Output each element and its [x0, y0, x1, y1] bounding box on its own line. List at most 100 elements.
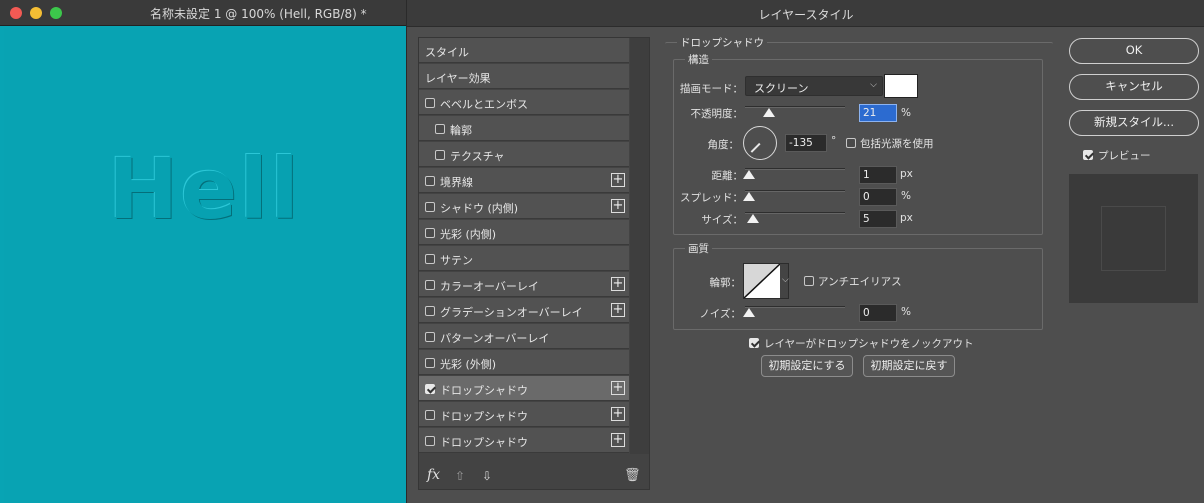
spread-unit: %	[901, 190, 911, 202]
reset-default-button[interactable]: 初期設定に戻す	[863, 355, 955, 377]
effect-label: ドロップシャドウ	[440, 410, 528, 423]
global-light-label: 包括光源を使用	[860, 138, 934, 150]
canvas-text-layer: Hell	[108, 140, 301, 238]
effects-list-item[interactable]: スタイル	[419, 38, 629, 63]
effects-list-item[interactable]: シャドウ (内側) +	[419, 194, 629, 219]
noise-slider-track[interactable]	[745, 306, 845, 308]
opacity-input[interactable]: 21	[859, 104, 897, 122]
spread-slider-track[interactable]	[745, 190, 845, 192]
distance-slider-track[interactable]	[745, 168, 845, 170]
blend-mode-value: スクリーン	[754, 82, 809, 95]
size-slider-knob[interactable]	[747, 214, 759, 223]
distance-slider-knob[interactable]	[743, 170, 755, 179]
effect-checkbox[interactable]	[425, 332, 435, 342]
effect-checkbox[interactable]	[425, 280, 435, 290]
effect-checkbox[interactable]	[425, 228, 435, 238]
antialias-label: アンチエイリアス	[818, 276, 902, 288]
effect-checkbox[interactable]	[435, 124, 445, 134]
move-down-icon[interactable]: ⇩	[482, 469, 492, 483]
angle-dial[interactable]	[743, 126, 777, 160]
effects-list-item[interactable]: 光彩 (外側)	[419, 350, 629, 375]
document-canvas[interactable]: Hell	[4, 28, 410, 503]
effects-list-item[interactable]: グラデーションオーバーレイ +	[419, 298, 629, 323]
add-effect-icon[interactable]: +	[611, 199, 625, 213]
distance-input[interactable]: 1	[859, 166, 897, 184]
effects-list-item[interactable]: 輪郭	[419, 116, 629, 141]
ok-button[interactable]: OK	[1069, 38, 1199, 64]
move-up-icon[interactable]: ⇧	[455, 469, 465, 483]
effects-list-scrollbar[interactable]	[630, 38, 649, 454]
knockout-checkbox[interactable]	[749, 338, 759, 348]
effects-list-item[interactable]: レイヤー効果	[419, 64, 629, 89]
effects-list-item[interactable]: ベベルとエンボス	[419, 90, 629, 115]
dialog-titlebar: レイヤースタイル	[407, 0, 1204, 27]
noise-input[interactable]: 0	[859, 304, 897, 322]
effects-list-item[interactable]: ドロップシャドウ +	[419, 402, 629, 427]
blend-mode-select[interactable]: スクリーン ⌵	[745, 76, 883, 96]
cancel-button[interactable]: キャンセル	[1069, 74, 1199, 100]
opacity-slider-knob[interactable]	[763, 108, 775, 117]
fx-menu-icon[interactable]: fx	[427, 467, 440, 483]
effect-checkbox[interactable]	[425, 254, 435, 264]
size-slider-track[interactable]	[745, 212, 845, 214]
effect-checkbox[interactable]	[435, 150, 445, 160]
effect-label: カラーオーバーレイ	[440, 280, 539, 293]
blend-mode-label: 描画モード：	[680, 83, 743, 95]
effect-checkbox[interactable]	[425, 358, 435, 368]
angle-input[interactable]: -135	[785, 134, 827, 152]
preview-checkbox[interactable]	[1083, 150, 1093, 160]
close-window-icon[interactable]	[10, 7, 22, 19]
document-title: 名称未設定 1 @ 100% (Hell, RGB/8) *	[150, 7, 367, 21]
effects-list-item[interactable]: サテン	[419, 246, 629, 271]
antialias-checkbox[interactable]	[804, 276, 814, 286]
effects-list-item[interactable]: ドロップシャドウ +	[419, 428, 629, 453]
effects-list-item[interactable]: ドロップシャドウ +	[419, 376, 629, 401]
layer-style-dialog: レイヤースタイル fx ⇧ ⇩ 🗑 スタイルレイヤー効果ベベルとエンボス 輪郭 テク…	[406, 0, 1204, 503]
effect-checkbox[interactable]	[425, 410, 435, 420]
effect-checkbox[interactable]	[425, 176, 435, 186]
screen: 名称未設定 1 @ 100% (Hell, RGB/8) * Hell レイヤー…	[0, 0, 1204, 503]
add-effect-icon[interactable]: +	[611, 173, 625, 187]
effects-list-item[interactable]: パターンオーバーレイ	[419, 324, 629, 349]
effect-checkbox[interactable]	[425, 202, 435, 212]
global-light-checkbox[interactable]	[846, 138, 856, 148]
noise-unit: %	[901, 306, 911, 318]
style-preview-inner	[1101, 206, 1166, 271]
zoom-window-icon[interactable]	[50, 7, 62, 19]
effect-label: ドロップシャドウ	[440, 384, 528, 397]
knockout-label: レイヤーがドロップシャドウをノックアウト	[764, 338, 974, 350]
opacity-slider-track[interactable]	[745, 106, 845, 108]
noise-slider-knob[interactable]	[743, 308, 755, 317]
distance-unit: px	[900, 168, 913, 180]
effects-list-item[interactable]: 境界線 +	[419, 168, 629, 193]
minimize-window-icon[interactable]	[30, 7, 42, 19]
opacity-unit: %	[901, 107, 911, 119]
effect-checkbox[interactable]	[425, 384, 435, 394]
add-effect-icon[interactable]: +	[611, 433, 625, 447]
new-style-button[interactable]: 新規スタイル...	[1069, 110, 1199, 136]
spread-input[interactable]: 0	[859, 188, 897, 206]
effects-list-item[interactable]: カラーオーバーレイ +	[419, 272, 629, 297]
add-effect-icon[interactable]: +	[611, 277, 625, 291]
effect-checkbox[interactable]	[425, 306, 435, 316]
quality-title: 画質	[685, 241, 712, 256]
effect-label: シャドウ (内側)	[440, 202, 519, 215]
effect-label: 光彩 (外側)	[440, 358, 497, 371]
effects-list-item[interactable]: 光彩 (内側)	[419, 220, 629, 245]
effect-label: スタイル	[425, 46, 469, 59]
effects-list-item[interactable]: テクスチャ	[419, 142, 629, 167]
effect-label: レイヤー効果	[425, 72, 491, 85]
chevron-down-icon: ⌵	[782, 275, 789, 285]
add-effect-icon[interactable]: +	[611, 381, 625, 395]
add-effect-icon[interactable]: +	[611, 303, 625, 317]
add-effect-icon[interactable]: +	[611, 407, 625, 421]
contour-picker[interactable]: ⌵	[743, 263, 789, 299]
chevron-down-icon: ⌵	[870, 80, 877, 90]
size-input[interactable]: 5	[859, 210, 897, 228]
spread-slider-knob[interactable]	[743, 192, 755, 201]
shadow-color-swatch[interactable]	[884, 74, 918, 98]
make-default-button[interactable]: 初期設定にする	[761, 355, 853, 377]
effect-checkbox[interactable]	[425, 98, 435, 108]
effect-checkbox[interactable]	[425, 436, 435, 446]
trash-icon[interactable]: 🗑	[624, 468, 641, 483]
